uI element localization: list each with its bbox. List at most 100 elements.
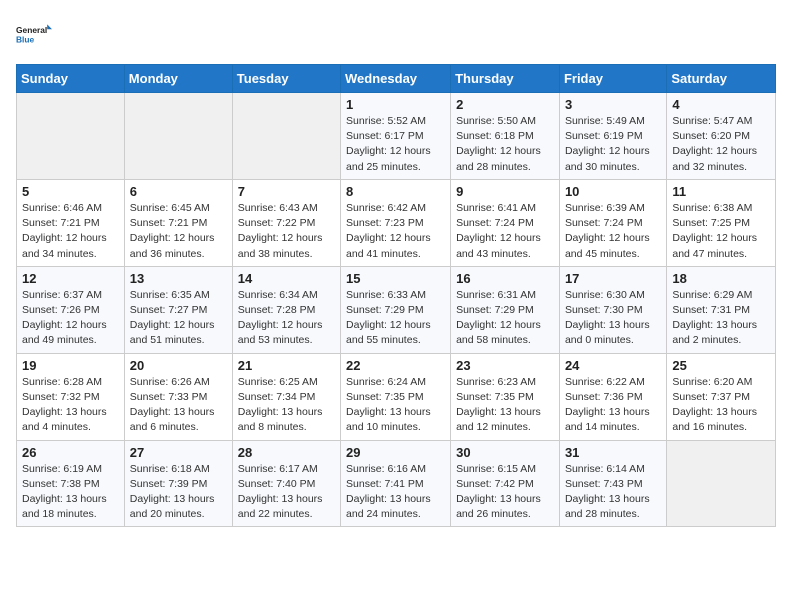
calendar-cell: 25 Sunrise: 6:20 AMSunset: 7:37 PMDayligh… <box>667 353 776 440</box>
calendar-cell <box>232 93 340 180</box>
calendar-cell: 11 Sunrise: 6:38 AMSunset: 7:25 PMDayligh… <box>667 179 776 266</box>
day-info: Sunrise: 6:26 AMSunset: 7:33 PMDaylight:… <box>130 375 227 436</box>
calendar-cell: 14 Sunrise: 6:34 AMSunset: 7:28 PMDayligh… <box>232 266 340 353</box>
calendar-cell: 29Sunrise: 6:16 AMSunset: 7:41 PMDayligh… <box>341 440 451 527</box>
calendar-cell: 27 Sunrise: 6:18 AMSunset: 7:39 PMDayligh… <box>124 440 232 527</box>
weekday-header-saturday: Saturday <box>667 65 776 93</box>
day-number: 15 <box>346 271 445 286</box>
calendar-cell: 4 Sunrise: 5:47 AMSunset: 6:20 PMDaylight… <box>667 93 776 180</box>
calendar-cell: 21 Sunrise: 6:25 AMSunset: 7:34 PMDayligh… <box>232 353 340 440</box>
calendar-cell: 1 Sunrise: 5:52 AMSunset: 6:17 PMDaylight… <box>341 93 451 180</box>
day-info: Sunrise: 6:31 AMSunset: 7:29 PMDaylight:… <box>456 288 554 349</box>
day-info: Sunrise: 6:39 AMSunset: 7:24 PMDaylight:… <box>565 201 661 262</box>
calendar-cell: 23Sunrise: 6:23 AMSunset: 7:35 PMDayligh… <box>451 353 560 440</box>
day-info: Sunrise: 5:52 AMSunset: 6:17 PMDaylight:… <box>346 114 445 175</box>
day-info: Sunrise: 6:43 AMSunset: 7:22 PMDaylight:… <box>238 201 335 262</box>
day-number: 14 <box>238 271 335 286</box>
calendar-cell: 12Sunrise: 6:37 AMSunset: 7:26 PMDayligh… <box>17 266 125 353</box>
day-number: 21 <box>238 358 335 373</box>
calendar-week-row: 12Sunrise: 6:37 AMSunset: 7:26 PMDayligh… <box>17 266 776 353</box>
day-info: Sunrise: 6:34 AMSunset: 7:28 PMDaylight:… <box>238 288 335 349</box>
day-info: Sunrise: 6:20 AMSunset: 7:37 PMDaylight:… <box>672 375 770 436</box>
day-info: Sunrise: 6:14 AMSunset: 7:43 PMDaylight:… <box>565 462 661 523</box>
day-number: 24 <box>565 358 661 373</box>
calendar-cell <box>17 93 125 180</box>
weekday-header-friday: Friday <box>559 65 666 93</box>
calendar-cell <box>667 440 776 527</box>
day-number: 12 <box>22 271 119 286</box>
day-info: Sunrise: 6:25 AMSunset: 7:34 PMDaylight:… <box>238 375 335 436</box>
day-number: 4 <box>672 97 770 112</box>
calendar-cell: 5 Sunrise: 6:46 AMSunset: 7:21 PMDaylight… <box>17 179 125 266</box>
calendar-cell: 7 Sunrise: 6:43 AMSunset: 7:22 PMDaylight… <box>232 179 340 266</box>
calendar-cell: 24Sunrise: 6:22 AMSunset: 7:36 PMDayligh… <box>559 353 666 440</box>
day-info: Sunrise: 6:30 AMSunset: 7:30 PMDaylight:… <box>565 288 661 349</box>
day-number: 20 <box>130 358 227 373</box>
calendar-cell: 13Sunrise: 6:35 AMSunset: 7:27 PMDayligh… <box>124 266 232 353</box>
day-info: Sunrise: 6:18 AMSunset: 7:39 PMDaylight:… <box>130 462 227 523</box>
logo-svg: General Blue <box>16 16 52 52</box>
calendar-week-row: 1 Sunrise: 5:52 AMSunset: 6:17 PMDaylight… <box>17 93 776 180</box>
weekday-header-tuesday: Tuesday <box>232 65 340 93</box>
day-info: Sunrise: 6:38 AMSunset: 7:25 PMDaylight:… <box>672 201 770 262</box>
day-number: 10 <box>565 184 661 199</box>
calendar-header-row: SundayMondayTuesdayWednesdayThursdayFrid… <box>17 65 776 93</box>
day-number: 2 <box>456 97 554 112</box>
calendar-cell: 19 Sunrise: 6:28 AMSunset: 7:32 PMDayligh… <box>17 353 125 440</box>
day-number: 25 <box>672 358 770 373</box>
calendar-cell: 17 Sunrise: 6:30 AMSunset: 7:30 PMDayligh… <box>559 266 666 353</box>
day-number: 6 <box>130 184 227 199</box>
day-number: 9 <box>456 184 554 199</box>
calendar-cell: 28Sunrise: 6:17 AMSunset: 7:40 PMDayligh… <box>232 440 340 527</box>
logo: General Blue <box>16 16 52 52</box>
calendar-week-row: 5 Sunrise: 6:46 AMSunset: 7:21 PMDaylight… <box>17 179 776 266</box>
page-header: General Blue <box>16 16 776 52</box>
day-info: Sunrise: 6:41 AMSunset: 7:24 PMDaylight:… <box>456 201 554 262</box>
calendar-cell: 3 Sunrise: 5:49 AMSunset: 6:19 PMDaylight… <box>559 93 666 180</box>
day-number: 31 <box>565 445 661 460</box>
calendar-cell: 16 Sunrise: 6:31 AMSunset: 7:29 PMDayligh… <box>451 266 560 353</box>
calendar-week-row: 26Sunrise: 6:19 AMSunset: 7:38 PMDayligh… <box>17 440 776 527</box>
calendar-cell: 31 Sunrise: 6:14 AMSunset: 7:43 PMDayligh… <box>559 440 666 527</box>
day-info: Sunrise: 6:29 AMSunset: 7:31 PMDaylight:… <box>672 288 770 349</box>
day-number: 11 <box>672 184 770 199</box>
svg-text:General: General <box>16 25 47 35</box>
day-info: Sunrise: 6:45 AMSunset: 7:21 PMDaylight:… <box>130 201 227 262</box>
calendar-cell: 10 Sunrise: 6:39 AMSunset: 7:24 PMDayligh… <box>559 179 666 266</box>
day-number: 22 <box>346 358 445 373</box>
weekday-header-sunday: Sunday <box>17 65 125 93</box>
day-info: Sunrise: 6:33 AMSunset: 7:29 PMDaylight:… <box>346 288 445 349</box>
day-number: 7 <box>238 184 335 199</box>
calendar-cell <box>124 93 232 180</box>
weekday-header-wednesday: Wednesday <box>341 65 451 93</box>
day-info: Sunrise: 5:49 AMSunset: 6:19 PMDaylight:… <box>565 114 661 175</box>
day-info: Sunrise: 6:15 AMSunset: 7:42 PMDaylight:… <box>456 462 554 523</box>
day-number: 3 <box>565 97 661 112</box>
day-number: 17 <box>565 271 661 286</box>
day-info: Sunrise: 5:50 AMSunset: 6:18 PMDaylight:… <box>456 114 554 175</box>
calendar-cell: 15 Sunrise: 6:33 AMSunset: 7:29 PMDayligh… <box>341 266 451 353</box>
day-info: Sunrise: 5:47 AMSunset: 6:20 PMDaylight:… <box>672 114 770 175</box>
day-number: 5 <box>22 184 119 199</box>
day-number: 27 <box>130 445 227 460</box>
day-info: Sunrise: 6:28 AMSunset: 7:32 PMDaylight:… <box>22 375 119 436</box>
day-number: 28 <box>238 445 335 460</box>
day-number: 1 <box>346 97 445 112</box>
calendar-cell: 18 Sunrise: 6:29 AMSunset: 7:31 PMDayligh… <box>667 266 776 353</box>
calendar-week-row: 19 Sunrise: 6:28 AMSunset: 7:32 PMDayligh… <box>17 353 776 440</box>
svg-text:Blue: Blue <box>16 34 35 44</box>
calendar-cell: 8Sunrise: 6:42 AMSunset: 7:23 PMDaylight… <box>341 179 451 266</box>
day-info: Sunrise: 6:46 AMSunset: 7:21 PMDaylight:… <box>22 201 119 262</box>
day-info: Sunrise: 6:42 AMSunset: 7:23 PMDaylight:… <box>346 201 445 262</box>
calendar-cell: 26Sunrise: 6:19 AMSunset: 7:38 PMDayligh… <box>17 440 125 527</box>
calendar-cell: 22Sunrise: 6:24 AMSunset: 7:35 PMDayligh… <box>341 353 451 440</box>
day-info: Sunrise: 6:19 AMSunset: 7:38 PMDaylight:… <box>22 462 119 523</box>
day-number: 16 <box>456 271 554 286</box>
calendar-cell: 30Sunrise: 6:15 AMSunset: 7:42 PMDayligh… <box>451 440 560 527</box>
day-number: 29 <box>346 445 445 460</box>
day-number: 19 <box>22 358 119 373</box>
calendar-cell: 20 Sunrise: 6:26 AMSunset: 7:33 PMDayligh… <box>124 353 232 440</box>
weekday-header-thursday: Thursday <box>451 65 560 93</box>
calendar-table: SundayMondayTuesdayWednesdayThursdayFrid… <box>16 64 776 527</box>
day-number: 18 <box>672 271 770 286</box>
